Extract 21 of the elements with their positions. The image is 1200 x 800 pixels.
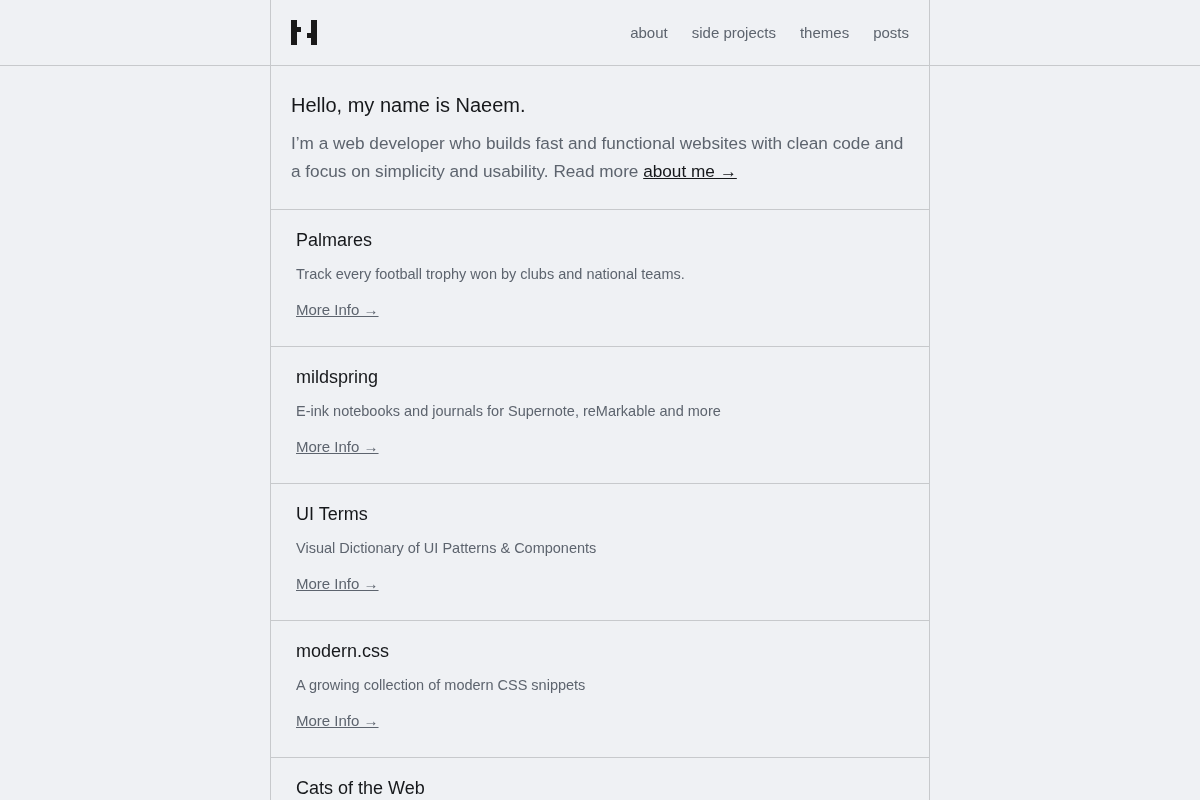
project-title: modern.css (296, 641, 391, 661)
more-info-link[interactable]: More Info → (296, 711, 379, 731)
project-title: Palmares (296, 230, 374, 250)
nav-link[interactable]: themes (799, 22, 850, 43)
project-description: E-ink notebooks and journals for Supernote, reMarkable and more (296, 402, 722, 421)
project-description: A growing collection of modern CSS snippets (296, 676, 587, 695)
nav-link[interactable]: side projects (691, 22, 776, 43)
more-info-link[interactable]: More Info → (296, 300, 379, 320)
more-info-link[interactable]: More Info → (296, 574, 379, 594)
project-title: UI Terms (296, 504, 369, 524)
site-logo[interactable] (291, 20, 317, 45)
more-info-link[interactable]: More Info → (296, 437, 379, 457)
project-description: Visual Dictionary of UI Patterns & Components (296, 539, 598, 558)
project-title: mildspring (296, 367, 380, 387)
nav-link[interactable]: about (630, 22, 668, 43)
project-title: Cats of the Web (296, 778, 426, 798)
nav-link[interactable]: posts (873, 22, 909, 43)
project-description: Track every football trophy won by clubs and national teams. (296, 265, 686, 284)
intro-text: I’m a web developer who builds fast and functional websites with clean code and a focus on simplicity and usability. Read more about me → (291, 132, 905, 183)
intro-heading: Hello, my name is Naeem. (291, 93, 527, 117)
about-link[interactable]: about me → (643, 161, 737, 181)
